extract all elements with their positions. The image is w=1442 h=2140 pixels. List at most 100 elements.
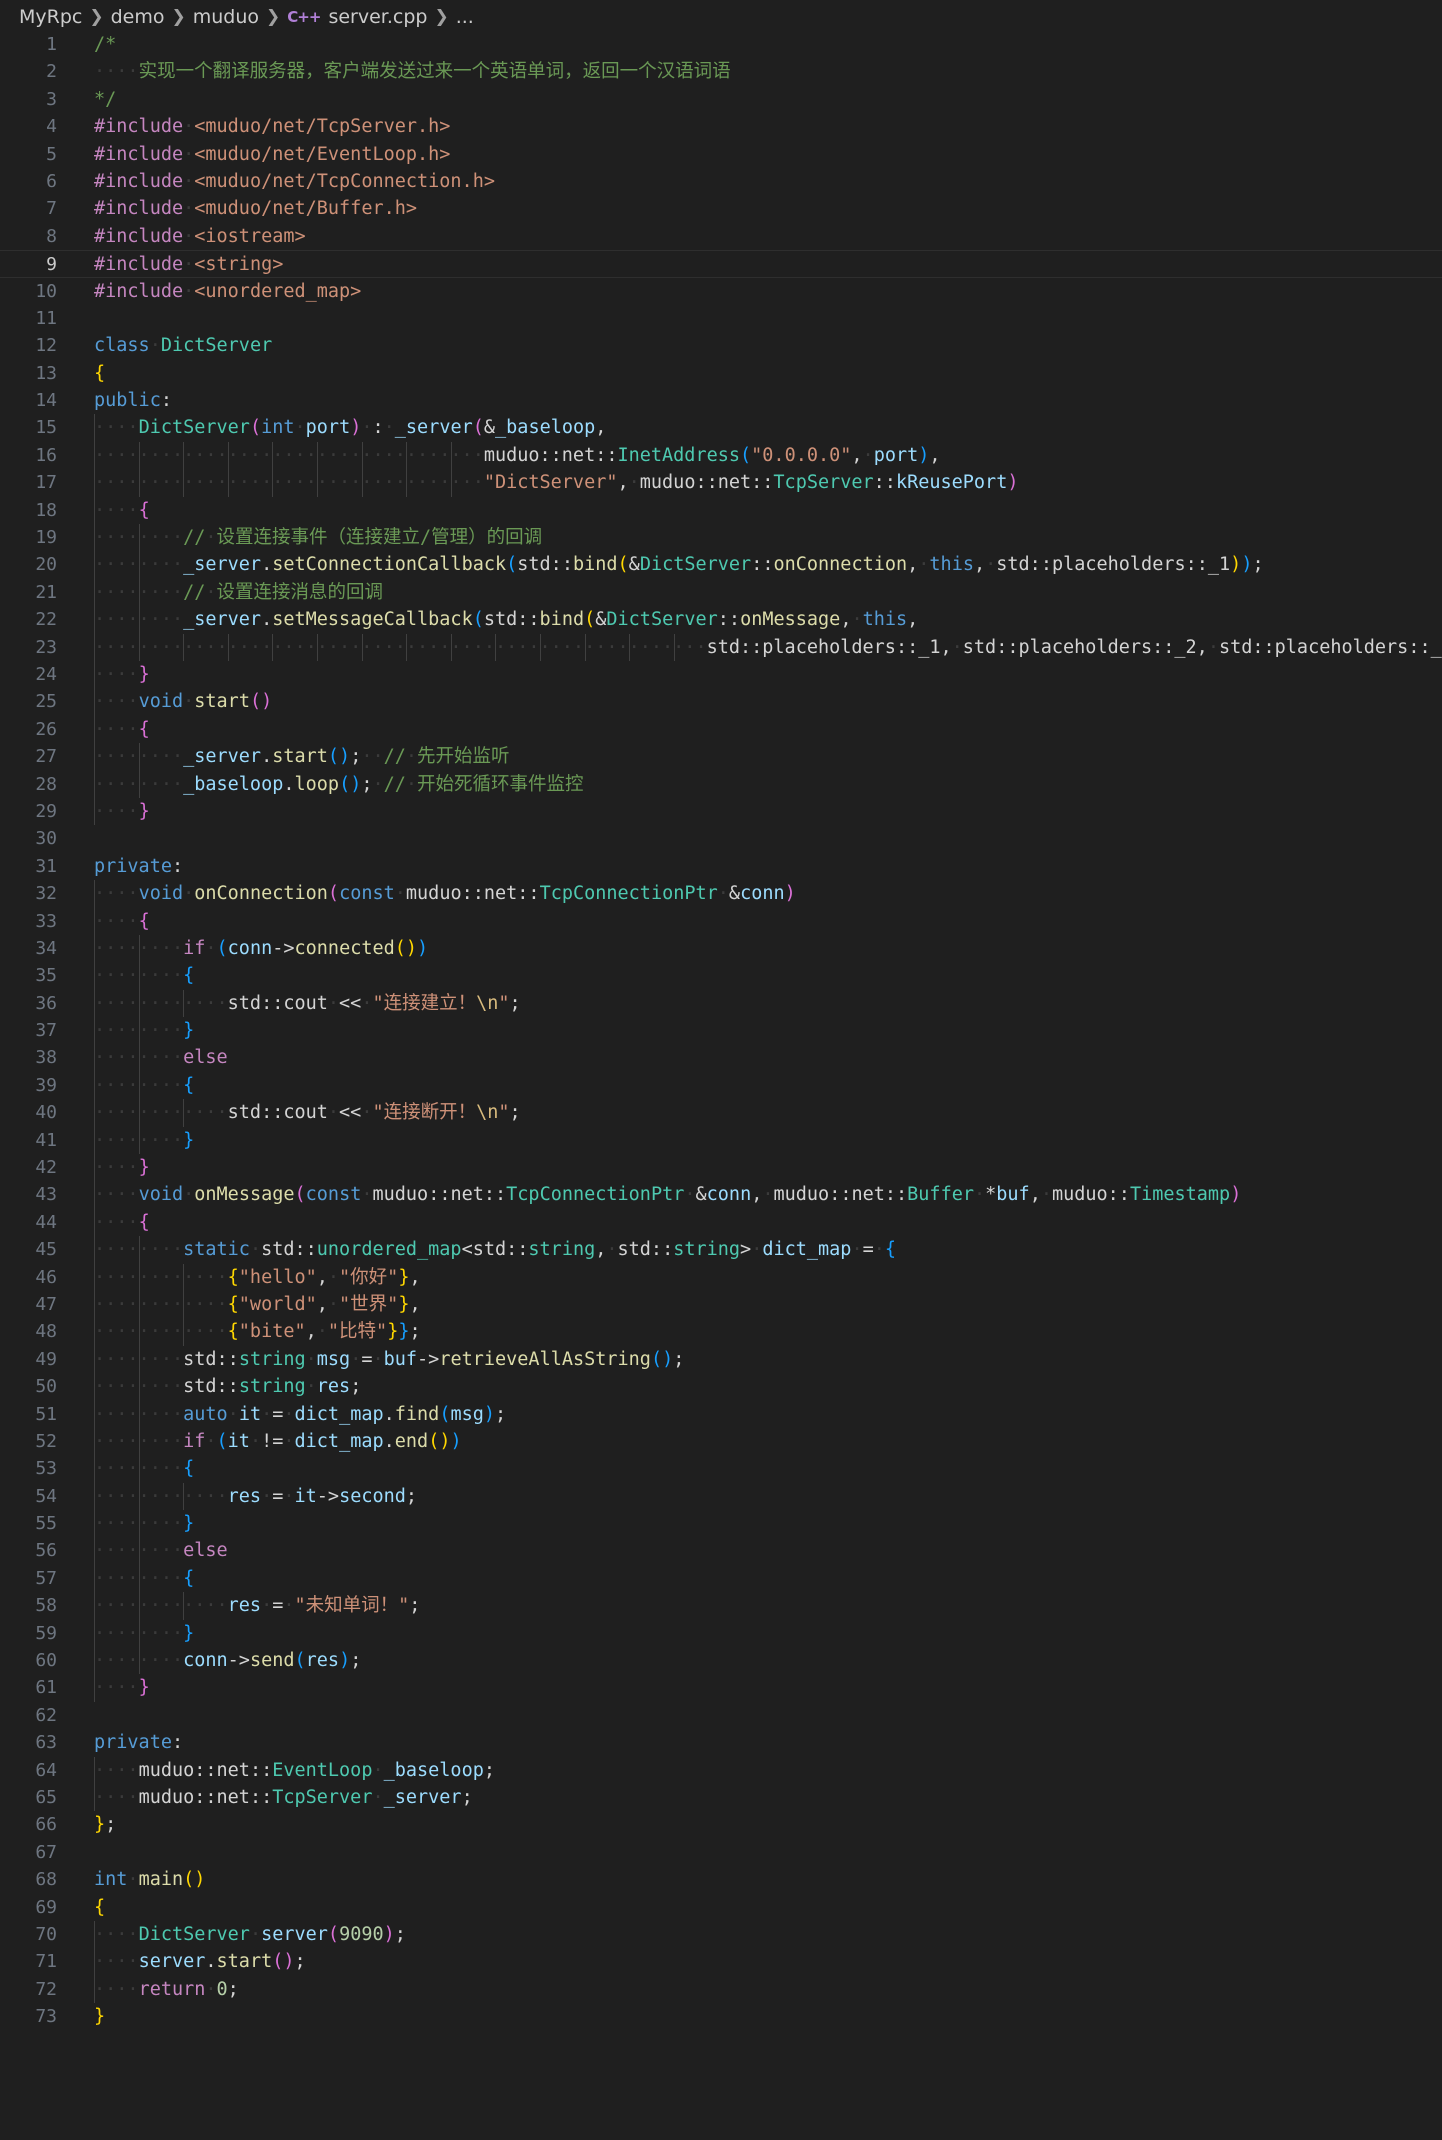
code-line[interactable]: 12 class·DictServer [0,332,1442,359]
breadcrumb-item-demo[interactable]: demo [111,6,165,28]
code-line[interactable]: 23 ······································… [0,633,1442,661]
code-line[interactable]: 5 #include·<muduo/net/EventLoop.h> [0,141,1442,168]
indent-guide [138,1455,140,1483]
whitespace-marker: ········································… [94,636,707,658]
code-line[interactable]: 65 ···· muduo::net::TcpServer·_server; [0,1784,1442,1812]
code-line[interactable]: 32 ···· void·onConnection(const·muduo::net… [0,880,1442,908]
indent-guide [94,1345,95,1374]
code-line[interactable]: 56 ········ else [0,1537,1442,1565]
code-line[interactable]: 43 ···· void·onMessage(const·muduo::net::T… [0,1181,1442,1209]
code-line[interactable]: 24 ····} [0,660,1442,689]
whitespace-marker: · [283,1403,295,1425]
code-line[interactable]: 36 ············ std::cout·<<·"连接建立！\n"; [0,989,1442,1018]
code-line[interactable]: 64 ···· muduo::net::EventLoop·_baseloop; [0,1756,1442,1785]
code-line[interactable]: 47 ············ {"world",·"世界"}, [0,1290,1442,1319]
code-line[interactable]: 10 #include·<unordered_map> [0,278,1442,305]
code-line[interactable]: 33 ····{ [0,907,1442,935]
code-line[interactable]: 68 int·main() [0,1866,1442,1893]
code-line[interactable]: 70 ···· DictServer·server(9090); [0,1920,1442,1949]
code-line[interactable]: 55 ········} [0,1510,1442,1538]
code-line[interactable]: 29 ····} [0,797,1442,826]
code-line[interactable]: 28 ········ _baseloop.loop();·//·开始死循环事件监控 [0,770,1442,798]
breadcrumb-item-symbols[interactable]: ... [456,6,474,28]
code-line[interactable]: 58 ············ res·=·"未知单词！"; [0,1592,1442,1620]
code-line[interactable]: 3 */ [0,86,1442,113]
code-line[interactable]: 59 ········} [0,1619,1442,1648]
code-line[interactable]: 45 ········ static·std::unordered_map<std:… [0,1236,1442,1264]
code-token: std:: [183,1376,239,1398]
code-line[interactable]: 71 ···· server.start(); [0,1948,1442,1976]
code-line[interactable]: 34 ········ if·(conn->connected()) [0,934,1442,963]
code-line[interactable]: 30 [0,825,1442,852]
code-line[interactable]: 7 #include·<muduo/net/Buffer.h> [0,195,1442,222]
code-line[interactable]: 22 ········ _server.setMessageCallback(std… [0,606,1442,634]
indent-guide [183,1592,185,1620]
indent-guide [138,1263,140,1291]
code-line[interactable]: 49 ········ std::string·msg·=·buf->retriev… [0,1345,1442,1374]
code-line[interactable]: 60 ········ conn->send(res); [0,1647,1442,1675]
code-token: { [138,1211,150,1233]
code-line[interactable]: 44 ····{ [0,1208,1442,1237]
code-line[interactable]: 39 ········{ [0,1071,1442,1100]
code-line[interactable]: 46 ············ {"hello",·"你好"}, [0,1263,1442,1291]
code-line[interactable]: 15 ···· DictServer(int·port)·:·_server(&_b… [0,414,1442,442]
code-line[interactable]: 50 ········ std::string·res; [0,1373,1442,1401]
code-line[interactable]: 67 [0,1839,1442,1866]
code-token: } [387,1321,399,1343]
code-line[interactable]: 69 { [0,1894,1442,1921]
breadcrumb-item-muduo[interactable]: muduo [193,6,259,28]
code-line[interactable]: 35 ········{ [0,962,1442,990]
code-token: ; [350,1376,362,1398]
code-token: it [238,1403,262,1425]
code-line[interactable]: 42 ····} [0,1154,1442,1182]
whitespace-marker: · [350,1348,362,1370]
code-line[interactable]: 40 ············ std::cout·<<·"连接断开！\n"; [0,1099,1442,1127]
code-line[interactable]: 1 /* [0,31,1442,58]
code-token: ) [483,1403,496,1425]
breadcrumb-item-myrpc[interactable]: MyRpc [19,6,82,28]
code-line[interactable]: 11 [0,305,1442,332]
code-line[interactable]: 25 ···· void·start() [0,688,1442,716]
code-line[interactable]: 54 ············ res·=·it->second; [0,1482,1442,1511]
code-line[interactable]: 62 [0,1702,1442,1729]
code-line[interactable]: 38 ········ else [0,1044,1442,1072]
code-line[interactable]: 19 ········//·设置连接事件（连接建立/管理）的回调 [0,524,1442,552]
code-line[interactable]: 53 ········{ [0,1455,1442,1483]
code-line[interactable]: 20 ········ _server.setConnectionCallback(… [0,551,1442,579]
code-line[interactable]: 72 ···· return·0; [0,1975,1442,2004]
code-line[interactable]: 4 #include·<muduo/net/TcpServer.h> [0,113,1442,140]
code-line[interactable]: 13 { [0,360,1442,387]
code-line[interactable]: 31 private: [0,853,1442,880]
code-line[interactable]: 57 ········{ [0,1564,1442,1593]
code-line[interactable]: 63 private: [0,1729,1442,1756]
whitespace-marker: ············ [94,992,228,1014]
code-token: () [183,1869,206,1891]
code-token: connected [294,937,395,959]
code-line[interactable]: 51 ········ auto·it·=·dict_map.find(msg); [0,1400,1442,1428]
code-line[interactable]: 48 ············ {"bite",·"比特"}}; [0,1318,1442,1346]
code-line[interactable]: 26 ····{ [0,715,1442,744]
code-line[interactable]: 9 #include·<string> [0,250,1442,278]
code-line[interactable]: 2 ····实现一个翻译服务器，客户端发送过来一个英语单词，返回一个汉语词语 [0,58,1442,85]
code-line[interactable]: 41 ········} [0,1126,1442,1155]
code-line[interactable]: 21 ········//·设置连接消息的回调 [0,578,1442,607]
code-line[interactable]: 37 ········} [0,1017,1442,1045]
code-line[interactable]: 61 ····} [0,1674,1442,1702]
breadcrumb-item-file[interactable]: server.cpp [328,6,427,28]
code-line[interactable]: 6 #include·<muduo/net/TcpConnection.h> [0,168,1442,195]
code-line[interactable]: 66}; [0,1811,1442,1838]
code-token: if· [183,937,217,959]
code-line[interactable]: 18 ····{ [0,496,1442,525]
code-token: } [183,1513,195,1535]
code-line[interactable]: 73} [0,2003,1442,2030]
code-line[interactable]: 14 public: [0,387,1442,414]
code-line[interactable]: 8 #include·<iostream> [0,223,1442,250]
line-code: class·DictServer [94,332,272,359]
code-line[interactable]: 17 ··································· "Di… [0,469,1442,497]
line-code: ···· server.start(); [94,1948,306,1976]
indent-guide [94,907,95,935]
code-line[interactable]: 16 ··································· mud… [0,441,1442,470]
code-line[interactable]: 27 ········ _server.start();··//·先开始监听 [0,743,1442,771]
code-line[interactable]: 52 ········ if·(it·!=·dict_map.end()) [0,1427,1442,1456]
code-editor[interactable]: 1 /* 2 ····实现一个翻译服务器，客户端发送过来一个英语单词，返回一个汉语词语… [0,31,1442,2031]
